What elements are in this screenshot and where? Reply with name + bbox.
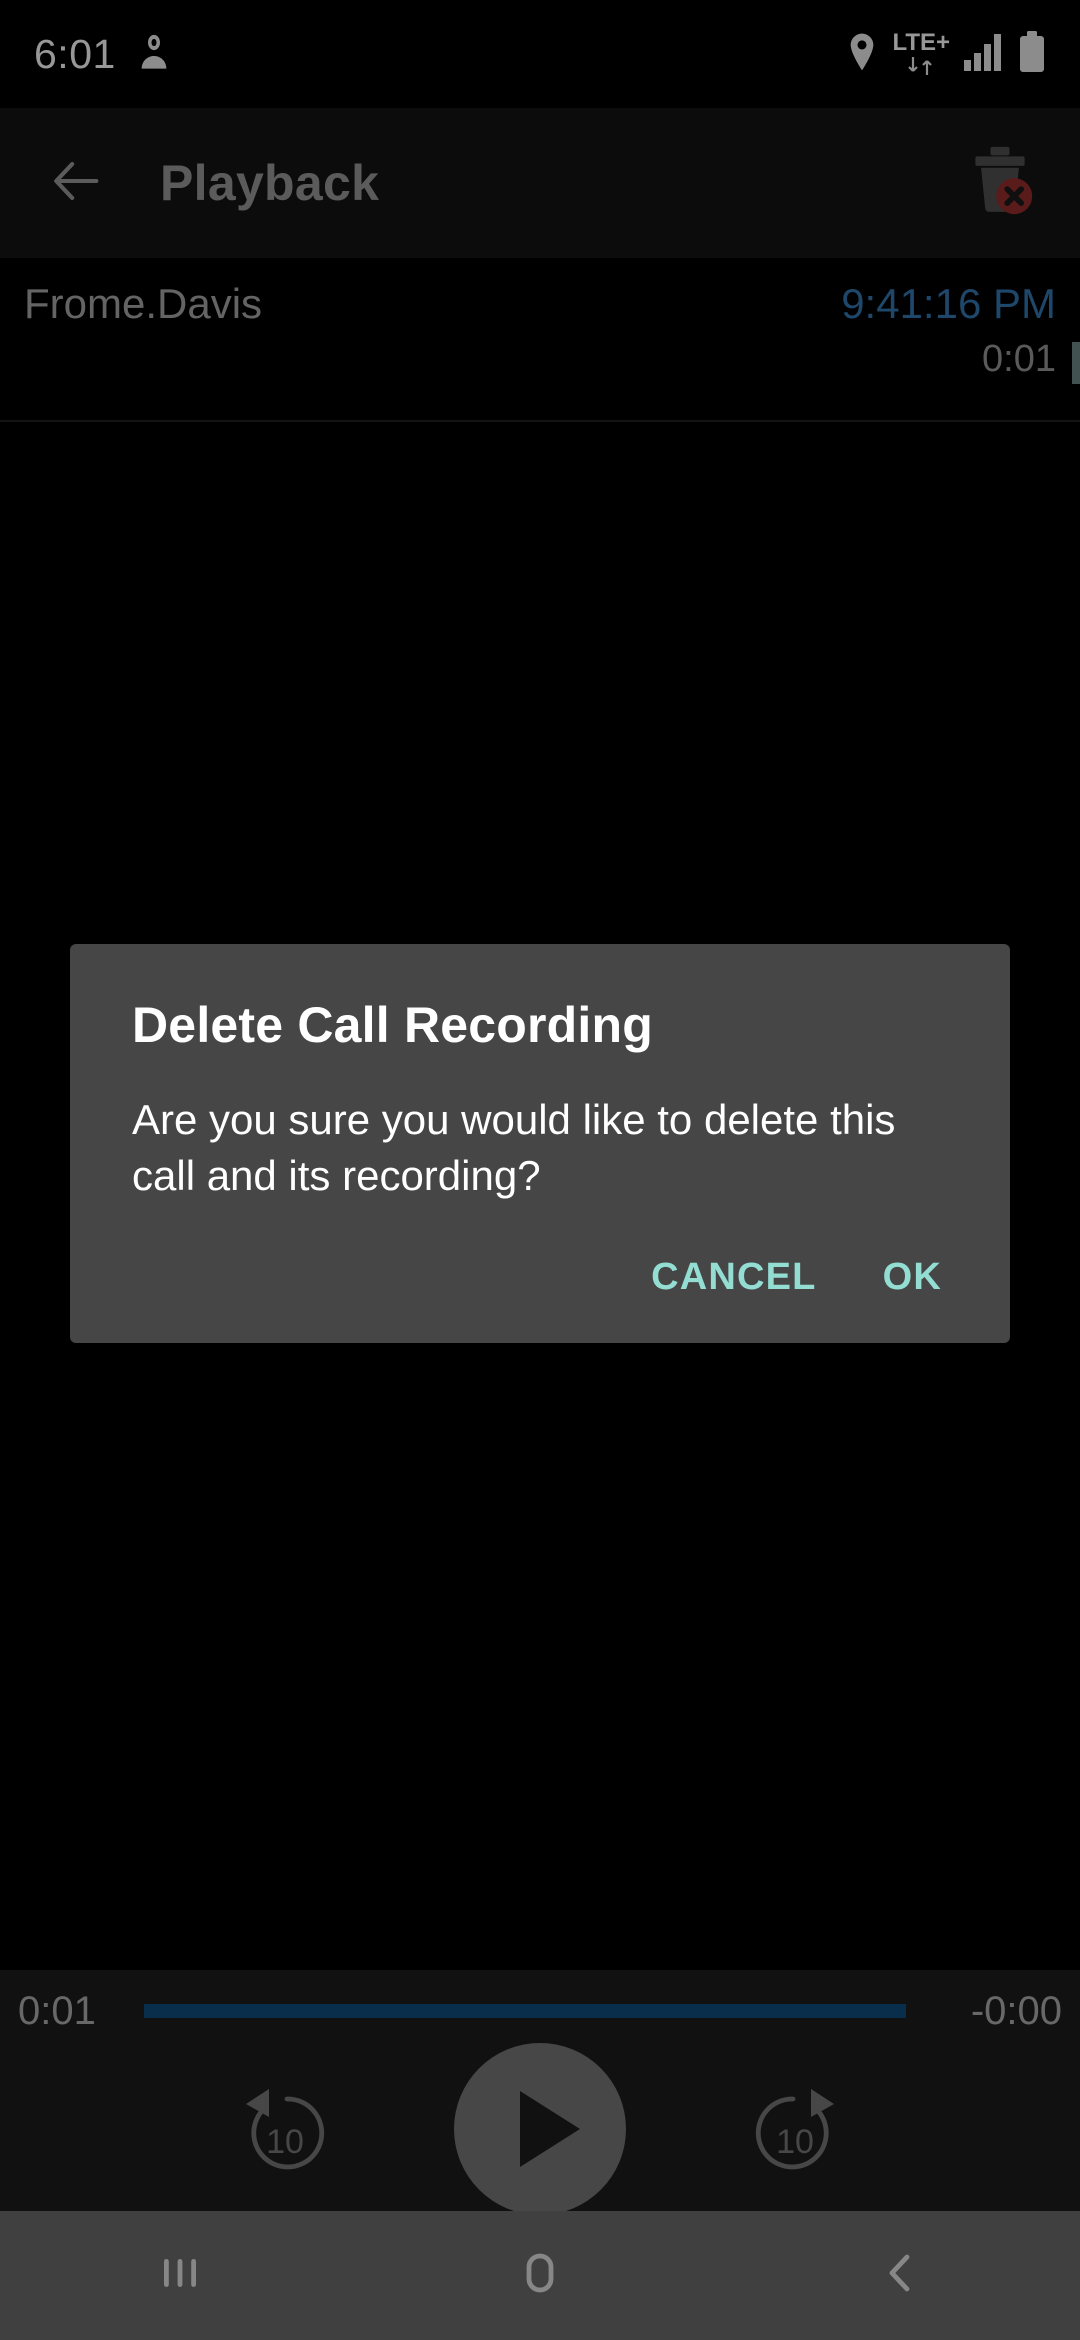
dialog-title: Delete Call Recording	[132, 997, 653, 1053]
cancel-button[interactable]: CANCEL	[651, 1256, 817, 1299]
dialog-button-row: CANCEL OK	[132, 1256, 948, 1309]
phone-screen: 6:01 LTE+ Playback Frome.Davis 9:41:16 P…	[0, 0, 1080, 2340]
delete-call-recording-dialog: Delete Call Recording Are you sure you w…	[70, 944, 1010, 1343]
dialog-message: Are you sure you would like to delete th…	[132, 1096, 896, 1199]
ok-button[interactable]: OK	[883, 1256, 942, 1299]
